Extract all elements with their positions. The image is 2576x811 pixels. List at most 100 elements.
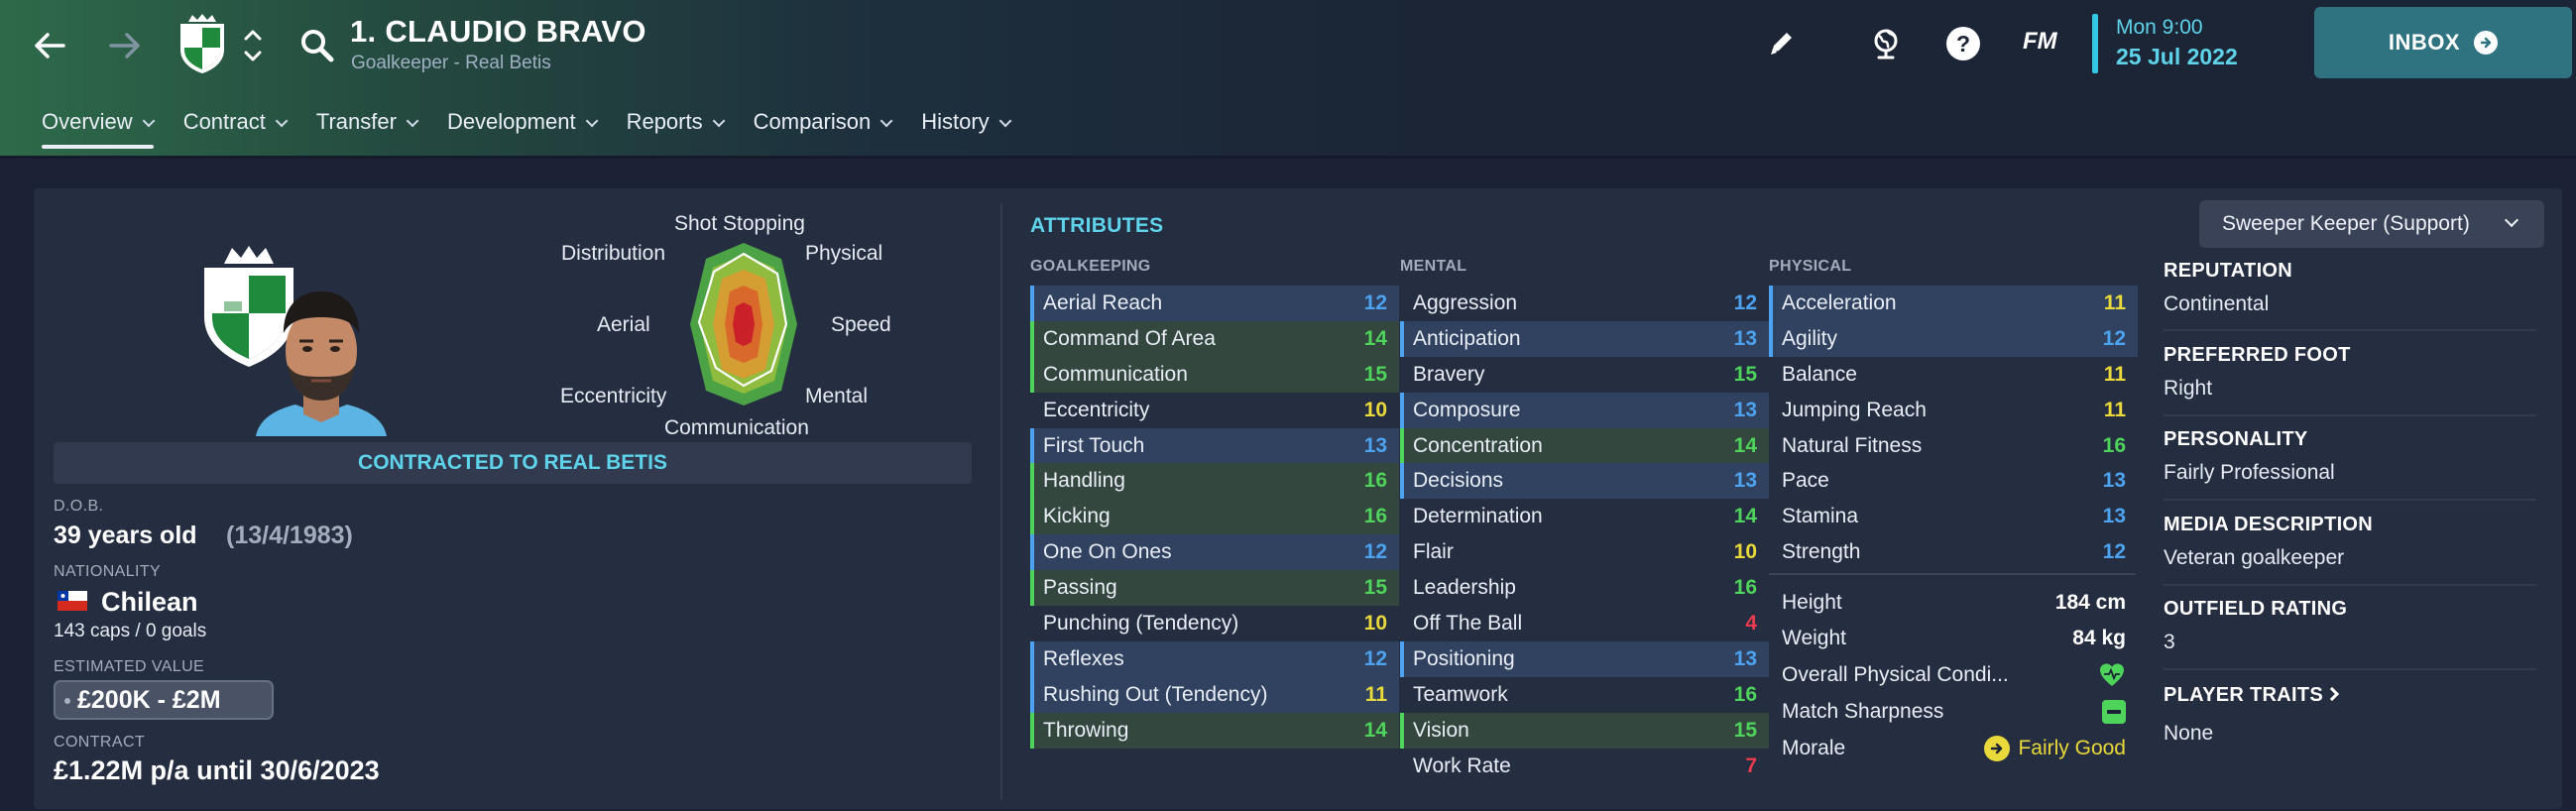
goalkeeping-attributes: Aerial Reach 12 Command Of Area 14 Communica… (1030, 286, 1399, 749)
role-dropdown[interactable]: Sweeper Keeper (Support) (2199, 200, 2544, 248)
role-value: Sweeper Keeper (Support) (2222, 212, 2470, 235)
attribute-highlight-bar (1030, 427, 1034, 464)
tab-development[interactable]: Development (431, 103, 611, 153)
contract-status-banner: CONTRACTED TO REAL BETIS (54, 442, 972, 484)
attribute-row-rushing-out-tendency[interactable]: Rushing Out (Tendency) 11 (1030, 676, 1399, 713)
attribute-value: 12 (2102, 326, 2126, 350)
attribute-row-pace[interactable]: Pace 13 (1769, 463, 2138, 499)
attribute-row-leadership[interactable]: Leadership 16 (1400, 570, 1769, 606)
attribute-name: Strength (1782, 540, 1861, 564)
player-traits-link[interactable]: PLAYER TRAITS (2164, 684, 2340, 707)
attribute-row-positioning[interactable]: Positioning 13 (1400, 640, 1769, 677)
attribute-row-reflexes[interactable]: Reflexes 12 (1030, 640, 1399, 677)
attribute-name: Balance (1782, 362, 1857, 386)
morale-row[interactable]: Morale Fairly Good (1769, 731, 2138, 766)
attribute-highlight-bar (1030, 712, 1034, 749)
tab-label: Development (446, 109, 576, 134)
attribute-row-flair[interactable]: Flair 10 (1400, 534, 1769, 570)
attribute-highlight-bar (1030, 499, 1034, 535)
morale-value: Fairly Good (2018, 737, 2126, 759)
attribute-row-agility[interactable]: Agility 12 (1769, 320, 2138, 357)
outfield-rating-label: OUTFIELD RATING (2164, 598, 2348, 620)
nationality-value[interactable]: Chilean (101, 587, 198, 618)
attribute-row-kicking[interactable]: Kicking 16 (1030, 499, 1399, 535)
attribute-row-aerial-reach[interactable]: Aerial Reach 12 (1030, 286, 1399, 321)
back-arrow-icon[interactable] (26, 22, 73, 69)
tab-transfer[interactable]: Transfer (300, 103, 431, 153)
attribute-row-handling[interactable]: Handling 16 (1030, 463, 1399, 500)
attribute-row-composure[interactable]: Composure 13 (1400, 392, 1769, 428)
morale-status: Fairly Good (1984, 736, 2126, 761)
tab-comparison[interactable]: Comparison (738, 103, 906, 153)
attribute-row-one-on-ones[interactable]: One On Ones 12 (1030, 534, 1399, 571)
dob-label: D.O.B. (54, 498, 104, 515)
tab-contract[interactable]: Contract (168, 103, 300, 153)
arrow-right-icon (2474, 31, 2499, 55)
attribute-row-balance[interactable]: Balance 11 (1769, 357, 2138, 393)
attribute-row-decisions[interactable]: Decisions 13 (1400, 463, 1769, 500)
forward-arrow-icon[interactable] (101, 22, 149, 69)
chevron-down-icon (406, 114, 419, 128)
attribute-name: Communication (1043, 362, 1188, 386)
attribute-row-off-the-ball[interactable]: Off The Ball 4 (1400, 606, 1769, 641)
attribute-row-acceleration[interactable]: Acceleration 11 (1769, 286, 2138, 321)
tab-bar: Overview Contract Transfer Development R… (26, 103, 1024, 153)
attribute-row-natural-fitness[interactable]: Natural Fitness 16 (1769, 428, 2138, 464)
tab-overview[interactable]: Overview (26, 103, 168, 153)
attribute-row-stamina[interactable]: Stamina 13 (1769, 499, 2138, 534)
fm-logo[interactable]: FM (2023, 28, 2057, 56)
attribute-row-strength[interactable]: Strength 12 (1769, 534, 2138, 570)
chile-flag-icon[interactable] (58, 591, 87, 611)
attribute-highlight-bar (1769, 286, 1773, 321)
attribute-row-first-touch[interactable]: First Touch 13 (1030, 427, 1399, 464)
attribute-name: First Touch (1043, 433, 1145, 457)
attribute-highlight-bar (1400, 463, 1404, 500)
condition-row[interactable]: Overall Physical Condi... (1769, 657, 2138, 693)
polar-label-distribution: Distribution (561, 242, 666, 265)
attribute-row-bravery[interactable]: Bravery 15 (1400, 357, 1769, 393)
player-switch-chevron-icon[interactable] (241, 24, 265, 67)
attribute-value: 16 (1733, 576, 1757, 600)
info-separator (2164, 329, 2536, 331)
attribute-row-teamwork[interactable]: Teamwork 16 (1400, 677, 1769, 713)
attribute-row-concentration[interactable]: Concentration 14 (1400, 427, 1769, 464)
attribute-value: 13 (1733, 398, 1757, 421)
inbox-button[interactable]: INBOX (2314, 7, 2572, 78)
tab-reports[interactable]: Reports (611, 103, 738, 153)
height-value: 184 cm (2054, 591, 2126, 614)
attribute-row-aggression[interactable]: Aggression 12 (1400, 286, 1769, 321)
sharpness-row[interactable]: Match Sharpness (1769, 694, 2138, 730)
attribute-value: 16 (2102, 433, 2126, 457)
attribute-row-vision[interactable]: Vision 15 (1400, 712, 1769, 749)
column-divider (1000, 203, 1002, 800)
estimated-value-tag[interactable]: £200K - £2M (54, 680, 274, 720)
attribute-row-work-rate[interactable]: Work Rate 7 (1400, 749, 1769, 784)
attribute-row-jumping-reach[interactable]: Jumping Reach 11 (1769, 393, 2138, 428)
attribute-row-determination[interactable]: Determination 14 (1400, 499, 1769, 534)
attribute-name: Anticipation (1413, 326, 1521, 350)
attribute-value: 10 (1733, 540, 1757, 564)
attribute-highlight-bar (1030, 676, 1034, 713)
attribute-name: Teamwork (1413, 682, 1508, 706)
globe-icon[interactable] (1864, 22, 1908, 65)
attribute-row-eccentricity[interactable]: Eccentricity 10 (1030, 393, 1399, 428)
tab-history[interactable]: History (905, 103, 1023, 153)
attribute-row-punching-tendency[interactable]: Punching (Tendency) 10 (1030, 606, 1399, 641)
edit-pencil-icon[interactable] (1759, 22, 1803, 65)
attribute-name: Aerial Reach (1043, 290, 1163, 314)
help-icon[interactable]: ? (1941, 22, 1985, 65)
attribute-row-throwing[interactable]: Throwing 14 (1030, 712, 1399, 749)
attribute-value: 14 (1363, 718, 1387, 742)
tab-label: Reports (626, 109, 703, 134)
attribute-row-communication[interactable]: Communication 15 (1030, 356, 1399, 393)
attribute-value: 14 (1733, 433, 1757, 457)
club-crest-icon[interactable] (175, 12, 230, 75)
attribute-value: 13 (1363, 433, 1387, 457)
attribute-row-anticipation[interactable]: Anticipation 13 (1400, 320, 1769, 357)
attribute-row-passing[interactable]: Passing 15 (1030, 570, 1399, 607)
attribute-row-command-of-area[interactable]: Command Of Area 14 (1030, 320, 1399, 357)
search-icon[interactable] (297, 26, 337, 65)
mental-attributes: Aggression 12 Anticipation 13 Bravery 15 Compo… (1400, 286, 1769, 783)
attribute-value: 12 (1733, 290, 1757, 314)
outfield-rating-value: 3 (2164, 631, 2175, 653)
